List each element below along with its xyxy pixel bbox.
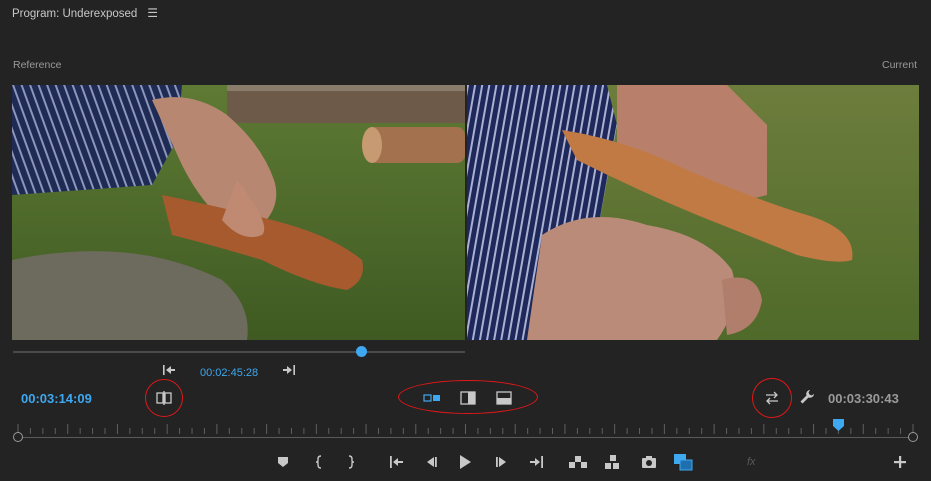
go-to-out-point-icon[interactable] — [282, 364, 296, 378]
mark-out-icon[interactable] — [346, 455, 356, 474]
add-marker-icon[interactable] — [277, 455, 289, 474]
fx-icon: fx — [747, 456, 756, 468]
play-icon[interactable] — [458, 454, 472, 475]
mark-in-icon[interactable] — [314, 455, 324, 474]
reference-label: Reference — [13, 59, 62, 71]
hamburger-menu-icon[interactable]: ☰ — [147, 6, 158, 20]
reference-scrubber-track[interactable] — [13, 351, 465, 353]
panel-title[interactable]: Program: Underexposed ☰ — [12, 6, 158, 20]
playhead-marker[interactable] — [833, 418, 845, 436]
zoom-handle-left[interactable] — [13, 432, 23, 442]
extract-icon[interactable] — [603, 454, 623, 475]
export-frame-icon[interactable] — [641, 455, 657, 474]
go-to-in-point-icon[interactable] — [162, 364, 176, 378]
playhead-timecode[interactable]: 00:03:14:09 — [21, 391, 92, 406]
wrench-icon[interactable] — [799, 389, 815, 410]
step-back-icon[interactable] — [424, 455, 438, 474]
zoom-handle-right[interactable] — [908, 432, 918, 442]
lift-icon[interactable] — [568, 454, 588, 475]
duration-timecode: 00:03:30:43 — [828, 391, 899, 406]
vertical-split-icon[interactable] — [459, 389, 477, 407]
panel-title-text: Program: Underexposed — [12, 8, 138, 20]
swap-sides-icon[interactable] — [764, 390, 780, 411]
reference-timecode[interactable]: 00:02:45:28 — [200, 367, 258, 379]
reference-scrubber-handle[interactable] — [355, 346, 367, 357]
go-to-in-icon[interactable] — [389, 455, 405, 474]
add-button-icon[interactable] — [893, 455, 907, 474]
side-by-side-icon[interactable] — [423, 389, 441, 407]
reference-frame — [12, 85, 465, 340]
comparison-view-icon[interactable] — [673, 453, 693, 476]
current-label: Current — [881, 59, 917, 71]
horizontal-split-icon[interactable] — [495, 389, 513, 407]
current-frame — [467, 85, 919, 340]
step-forward-icon[interactable] — [495, 455, 509, 474]
shot-or-frame-compare-icon[interactable] — [156, 390, 172, 411]
go-to-out-icon[interactable] — [528, 455, 544, 474]
time-ruler[interactable] — [14, 421, 917, 434]
timeline-track[interactable] — [19, 437, 912, 438]
